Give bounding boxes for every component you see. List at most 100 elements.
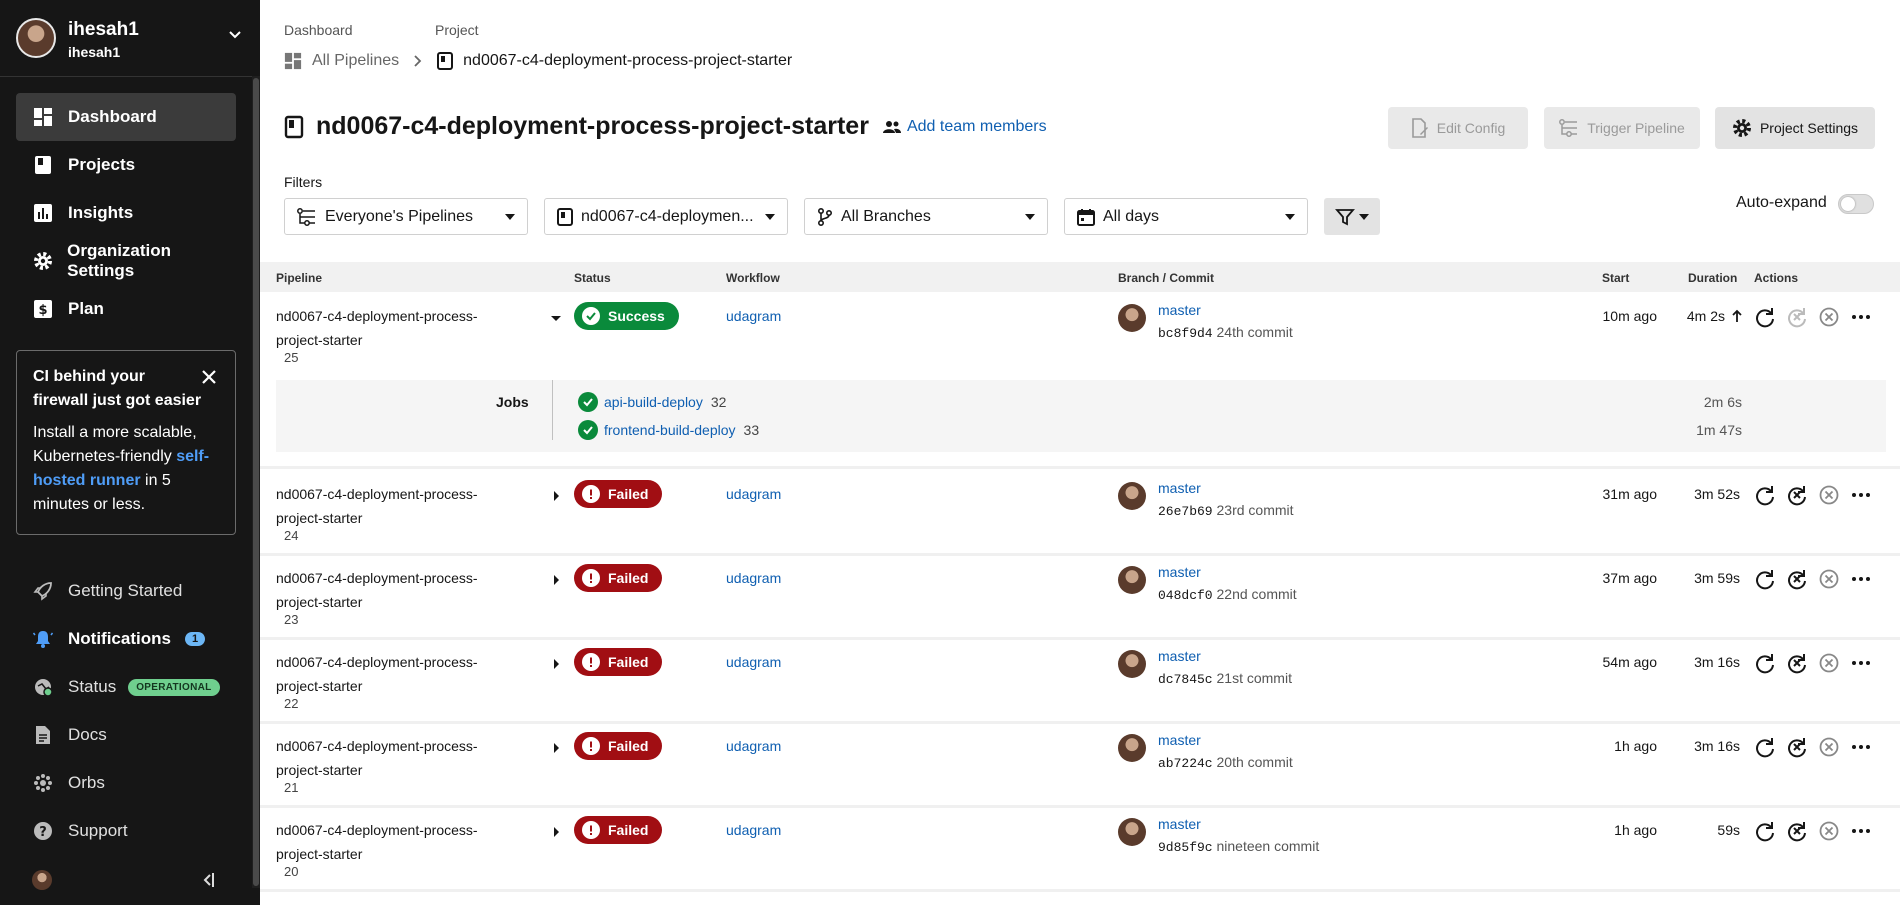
cancel-icon[interactable] — [1818, 652, 1840, 674]
pipeline-name[interactable]: nd0067-c4-deployment-process-project-sta… — [276, 304, 496, 352]
rerun-icon[interactable] — [1754, 652, 1776, 674]
branches-filter-select[interactable]: All Branches — [804, 198, 1048, 235]
branch-link[interactable]: master — [1158, 732, 1201, 748]
nav-projects[interactable]: Projects — [16, 141, 236, 189]
user-menu[interactable]: ihesah1 ihesah1 — [16, 18, 246, 60]
commit-sha[interactable]: 048dcf0 — [1158, 588, 1213, 603]
edit-config-button[interactable]: Edit Config — [1388, 107, 1528, 149]
branch-link[interactable]: master — [1158, 480, 1201, 496]
status-badge[interactable]: Failed — [574, 732, 663, 760]
days-filter-select[interactable]: All days — [1064, 198, 1308, 235]
workflow-link[interactable]: udagram — [726, 738, 781, 754]
pipeline-name[interactable]: nd0067-c4-deployment-process-project-sta… — [276, 650, 496, 698]
table-row[interactable]: nd0067-c4-deployment-process-project-sta… — [260, 724, 1900, 808]
caret-down-icon[interactable] — [550, 312, 562, 324]
commit-sha[interactable]: 9d85f9c — [1158, 840, 1213, 855]
job-name[interactable]: frontend-build-deploy — [604, 422, 736, 438]
job-item[interactable]: frontend-build-deploy 33 — [578, 420, 759, 440]
cancel-icon[interactable] — [1818, 484, 1840, 506]
nav-insights[interactable]: Insights — [16, 189, 236, 237]
commit-sha[interactable]: bc8f9d4 — [1158, 326, 1213, 341]
more-options-icon[interactable] — [1850, 820, 1872, 842]
more-options-icon[interactable] — [1850, 306, 1872, 328]
nav-docs[interactable]: Docs — [16, 711, 236, 759]
trigger-pipeline-button[interactable]: Trigger Pipeline — [1544, 107, 1700, 149]
breadcrumb-project[interactable]: nd0067-c4-deployment-process-project-sta… — [463, 52, 792, 70]
rerun-failed-icon[interactable] — [1786, 820, 1808, 842]
collapse-sidebar-icon[interactable] — [200, 872, 216, 888]
table-row[interactable]: nd0067-c4-deployment-process-project-sta… — [260, 472, 1900, 556]
status-badge[interactable]: Failed — [574, 816, 663, 844]
add-team-members-link[interactable]: Add team members — [882, 118, 1047, 136]
nav-organization-settings[interactable]: Organization Settings — [16, 237, 236, 285]
nav-status[interactable]: Status OPERATIONAL — [16, 663, 236, 711]
rerun-icon[interactable] — [1754, 568, 1776, 590]
workflow-link[interactable]: udagram — [726, 570, 781, 586]
nav-support[interactable]: ? Support — [16, 807, 236, 855]
nav-dashboard[interactable]: Dashboard — [16, 93, 236, 141]
status-badge[interactable]: Failed — [574, 564, 663, 592]
commit-sha[interactable]: 26e7b69 — [1158, 504, 1213, 519]
pipeline-name[interactable]: nd0067-c4-deployment-process-project-sta… — [276, 566, 496, 614]
pipeline-name[interactable]: nd0067-c4-deployment-process-project-sta… — [276, 818, 496, 866]
footer-avatar[interactable] — [32, 870, 52, 890]
workflow-link[interactable]: udagram — [726, 822, 781, 838]
caret-right-icon[interactable] — [550, 742, 562, 754]
caret-right-icon[interactable] — [550, 490, 562, 502]
more-options-icon[interactable] — [1850, 484, 1872, 506]
table-row[interactable]: nd0067-c4-deployment-process-project-sta… — [260, 640, 1900, 724]
workflow-link[interactable]: udagram — [726, 486, 781, 502]
commit-sha[interactable]: dc7845c — [1158, 672, 1213, 687]
rerun-icon[interactable] — [1754, 736, 1776, 758]
pipelines-filter-select[interactable]: Everyone's Pipelines — [284, 198, 528, 235]
table-row[interactable]: nd0067-c4-deployment-process-project-sta… — [260, 556, 1900, 640]
nav-getting-started[interactable]: Getting Started — [16, 567, 236, 615]
commit-sha[interactable]: ab7224c — [1158, 756, 1213, 771]
job-item[interactable]: api-build-deploy 32 — [578, 392, 726, 412]
workflow-link[interactable]: udagram — [726, 308, 781, 324]
rerun-failed-icon[interactable] — [1786, 652, 1808, 674]
chevron-down-icon[interactable] — [228, 28, 242, 42]
caret-right-icon[interactable] — [550, 826, 562, 838]
scrollbar-thumb[interactable] — [253, 78, 259, 886]
sidebar-scrollbar[interactable] — [252, 76, 260, 888]
rerun-failed-icon[interactable] — [1786, 568, 1808, 590]
project-filter-select[interactable]: nd0067-c4-deploymen... — [544, 198, 788, 235]
workflow-link[interactable]: udagram — [726, 654, 781, 670]
status-badge[interactable]: Failed — [574, 648, 663, 676]
table-row[interactable]: nd0067-c4-deployment-process-project-sta… — [260, 808, 1900, 892]
more-options-icon[interactable] — [1850, 736, 1872, 758]
more-options-icon[interactable] — [1850, 652, 1872, 674]
branch-link[interactable]: master — [1158, 816, 1201, 832]
cancel-icon[interactable] — [1818, 736, 1840, 758]
rerun-failed-icon[interactable] — [1786, 736, 1808, 758]
pipeline-name[interactable]: nd0067-c4-deployment-process-project-sta… — [276, 482, 496, 530]
rerun-failed-icon[interactable] — [1786, 484, 1808, 506]
status-badge[interactable]: Failed — [574, 480, 663, 508]
status-badge[interactable]: Success — [574, 302, 679, 330]
more-filters-button[interactable] — [1324, 198, 1380, 235]
caret-right-icon[interactable] — [550, 658, 562, 670]
branch-link[interactable]: master — [1158, 302, 1201, 318]
nav-orbs[interactable]: Orbs — [16, 759, 236, 807]
close-icon[interactable] — [201, 369, 217, 385]
job-name[interactable]: api-build-deploy — [604, 394, 703, 410]
cancel-icon[interactable] — [1818, 820, 1840, 842]
cancel-icon[interactable] — [1818, 568, 1840, 590]
branch-link[interactable]: master — [1158, 564, 1201, 580]
cancel-icon[interactable] — [1818, 306, 1840, 328]
table-row[interactable]: nd0067-c4-deployment-process-project-sta… — [260, 294, 1900, 378]
rerun-icon[interactable] — [1754, 484, 1776, 506]
rerun-failed-icon[interactable] — [1786, 306, 1808, 328]
project-settings-button[interactable]: Project Settings — [1715, 107, 1875, 149]
pipeline-name[interactable]: nd0067-c4-deployment-process-project-sta… — [276, 734, 496, 782]
breadcrumb-all-pipelines[interactable]: All Pipelines — [312, 52, 399, 70]
rerun-icon[interactable] — [1754, 306, 1776, 328]
branch-link[interactable]: master — [1158, 648, 1201, 664]
nav-notifications[interactable]: Notifications 1 — [16, 615, 236, 663]
more-options-icon[interactable] — [1850, 568, 1872, 590]
auto-expand-toggle[interactable] — [1838, 194, 1874, 214]
nav-plan[interactable]: $ Plan — [16, 285, 236, 333]
rerun-icon[interactable] — [1754, 820, 1776, 842]
caret-right-icon[interactable] — [550, 574, 562, 586]
